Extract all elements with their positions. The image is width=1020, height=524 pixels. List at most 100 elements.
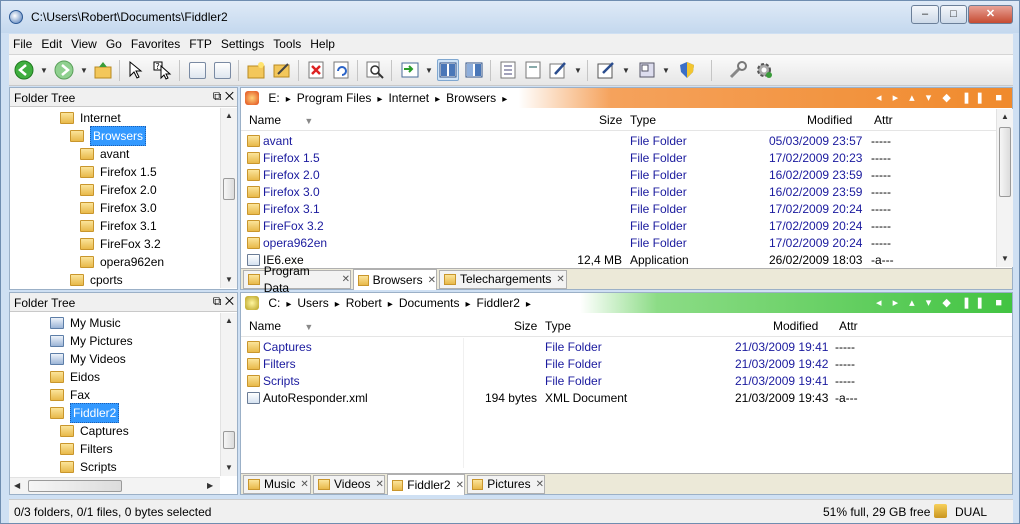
folder-tree-bottom-scrollbar[interactable]: ▲ ▼ [220,313,237,476]
view-mode-dropdown-icon[interactable]: ▼ [425,66,433,75]
file-row[interactable]: IE6.exe 12,4 MB Application 26/02/2009 18:0… [245,252,995,269]
file-row[interactable]: Firefox 1.5 File Folder 17/02/2009 20:23 --… [245,150,995,167]
back-dropdown-icon[interactable]: ▼ [40,66,48,75]
col-type[interactable]: Type [545,319,571,333]
select-icon[interactable] [125,59,147,81]
tab[interactable]: Program Data ✕ [243,264,351,295]
properties-icon[interactable] [595,59,617,81]
tree-item[interactable]: FireFox 3.2 [80,235,161,253]
file-row[interactable]: opera962en File Folder 17/02/2009 20:24 ---… [245,235,995,252]
dual-pane-icon[interactable] [437,59,459,81]
tree-item[interactable]: cports [70,271,123,289]
tab-close-icon[interactable]: ✕ [536,476,544,493]
file-row[interactable]: Filters File Folder 21/03/2009 19:42 ----- [245,356,1010,373]
file-row[interactable]: Captures File Folder 21/03/2009 19:41 ----- [245,339,1010,356]
file-row[interactable]: avant File Folder 05/03/2009 23:57 ----- [245,133,995,150]
tree-item[interactable]: Firefox 3.0 [80,199,157,217]
tree-item[interactable]: Fax [50,386,90,404]
col-size[interactable]: Size [514,319,537,333]
checklist-icon[interactable] [497,59,519,81]
tab[interactable]: Pictures ✕ [467,475,545,494]
view-mode-icon[interactable] [399,59,421,81]
address-bar-bottom[interactable]: C: ▸ Users ▸ Robert ▸ Documents ▸ Fiddler2 ▸ ◂ ▸ … [241,293,1012,313]
layout-icon[interactable] [636,59,658,81]
back-icon[interactable] [13,59,35,81]
tab[interactable]: Fiddler2 ✕ [387,474,465,495]
address-bar-top[interactable]: E: ▸ Program Files ▸ Internet ▸ Browsers ▸ ◂ ▸ … [241,88,1012,108]
title-bar[interactable]: C:\Users\Robert\Documents\Fiddler2 – □ ✕ [1,1,1019,33]
layout-dropdown-icon[interactable]: ▼ [662,66,670,75]
path-separator-icon[interactable]: ▸ [388,299,393,310]
help-select-icon[interactable]: ? [151,59,173,81]
path-segment[interactable]: Documents [399,296,460,310]
menu-help[interactable]: Help [306,34,340,51]
col-modified[interactable]: Modified [807,113,852,127]
path-segment[interactable]: Internet [388,91,429,105]
path-segment[interactable]: Fiddler2 [477,296,520,310]
document-icon[interactable] [522,59,544,81]
hscroll-thumb[interactable] [28,480,122,492]
file-row[interactable]: Firefox 3.1 File Folder 17/02/2009 20:24 --… [245,201,995,218]
maximize-button[interactable]: □ [940,5,967,24]
paste-icon[interactable] [211,59,233,81]
tab-close-icon[interactable]: ✕ [456,477,464,494]
tree-item[interactable]: Filters [60,440,113,458]
find-icon[interactable] [364,59,386,81]
menu-edit[interactable]: Edit [37,34,67,51]
path-separator-icon[interactable]: ▸ [335,299,340,310]
tab[interactable]: Browsers ✕ [353,269,437,290]
path-segment[interactable]: E: [268,91,279,105]
path-separator-icon[interactable]: ▸ [377,94,382,105]
tree-item[interactable]: Firefox 3.1 [80,217,157,235]
tree-item[interactable]: Captures [60,422,129,440]
tab-close-icon[interactable]: ✕ [300,476,308,493]
path-separator-icon[interactable]: ▸ [286,94,291,105]
tab[interactable]: Telechargements ✕ [439,270,567,289]
col-type[interactable]: Type [630,113,656,127]
rename-icon[interactable] [271,59,293,81]
undock-icon[interactable]: ⧉ [213,89,222,103]
delete-icon[interactable] [305,59,327,81]
path-separator-icon[interactable]: ▸ [466,299,471,310]
minimize-button[interactable]: – [911,5,939,24]
shield-icon[interactable] [676,59,698,81]
pane-controls[interactable]: ◂ ▸ ▴ ▾ ◆ ❚❚ ■ [876,293,1006,313]
tree-item[interactable]: My Pictures [50,332,133,350]
path-separator-icon[interactable]: ▸ [502,94,507,105]
close-panel-icon[interactable]: ✕ [225,89,234,103]
tree-item[interactable]: Internet [60,109,121,127]
new-folder-icon[interactable] [245,59,267,81]
tab-close-icon[interactable]: ✕ [556,271,564,288]
undock-icon[interactable]: ⧉ [213,294,222,308]
tree-item[interactable]: Firefox 1.5 [80,163,157,181]
path-segment[interactable]: C: [268,296,280,310]
undo-icon[interactable] [330,59,352,81]
tree-item[interactable]: My Videos [50,350,126,368]
menu-go[interactable]: Go [102,34,127,51]
col-name[interactable]: Name ▼ [249,113,313,127]
tools-icon[interactable] [727,59,749,81]
path-separator-icon[interactable]: ▸ [286,299,291,310]
copy-icon[interactable] [186,59,208,81]
file-row[interactable]: FireFox 3.2 File Folder 17/02/2009 20:24 --… [245,218,995,235]
path-segment[interactable]: Robert [346,296,382,310]
folder-tree-top-scrollbar[interactable]: ▲ ▼ [220,108,237,288]
scroll-thumb[interactable] [223,431,235,449]
menu-view[interactable]: View [67,34,102,51]
tree-item[interactable]: Eidos [50,368,100,386]
tree-item[interactable]: Firefox 2.0 [80,181,157,199]
tab[interactable]: Videos ✕ [313,475,385,494]
menu-file[interactable]: File [9,34,37,51]
close-button[interactable]: ✕ [968,5,1013,24]
col-modified[interactable]: Modified [773,319,818,333]
file-row[interactable]: Firefox 3.0 File Folder 16/02/2009 23:59 --… [245,184,995,201]
col-attr[interactable]: Attr [874,113,893,127]
columns-icon[interactable] [463,59,485,81]
scroll-thumb[interactable] [999,127,1011,197]
path-separator-icon[interactable]: ▸ [435,94,440,105]
col-size[interactable]: Size [599,113,622,127]
path-segment[interactable]: Browsers [446,91,496,105]
settings-gear-icon[interactable] [753,59,775,81]
tab-close-icon[interactable]: ✕ [342,271,350,288]
file-pane-top-scrollbar[interactable]: ▲ ▼ [996,109,1013,267]
